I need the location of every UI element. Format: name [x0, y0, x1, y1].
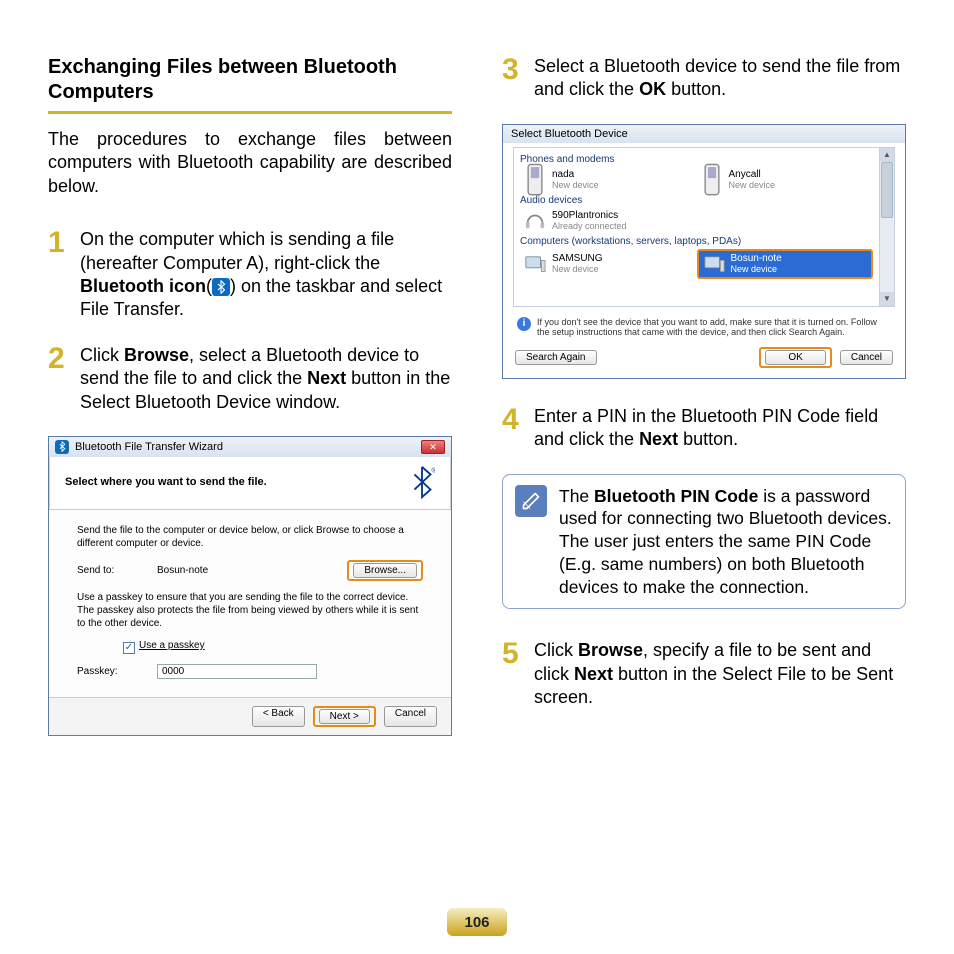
highlight-next: Next > — [313, 706, 376, 727]
note-icon — [515, 485, 547, 517]
next-button[interactable]: Next > — [319, 709, 370, 724]
step-2-body: Click Browse, select a Bluetooth device … — [80, 344, 452, 414]
category-phones: Phones and modems — [520, 154, 873, 165]
device-bosun-note[interactable]: Bosun-noteNew device — [699, 251, 872, 277]
highlight-browse: Browse... — [347, 560, 423, 581]
cancel-button[interactable]: Cancel — [384, 706, 437, 727]
sendto-value: Bosun-note — [157, 565, 327, 576]
device-samsung[interactable]: SAMSUNGNew device — [520, 249, 697, 279]
scroll-down-icon[interactable]: ▼ — [880, 292, 894, 306]
step-number-4: 4 — [502, 405, 524, 435]
device-nada[interactable]: nadaNew device — [520, 167, 697, 193]
step-3: 3 Select a Bluetooth device to send the … — [502, 55, 906, 102]
scrollbar[interactable]: ▲ ▼ — [879, 147, 895, 307]
step-2: 2 Click Browse, select a Bluetooth devic… — [48, 344, 452, 414]
page-number: 106 — [447, 908, 507, 936]
highlight-ok: OK — [759, 347, 831, 368]
title-divider — [48, 111, 452, 114]
wizard-titlebar: Bluetooth File Transfer Wizard ✕ — [49, 437, 451, 457]
bluetooth-logo: ® — [405, 465, 439, 499]
step-number-2: 2 — [48, 344, 70, 374]
use-passkey-label: Use a passkey — [139, 640, 205, 651]
step-number-1: 1 — [48, 228, 70, 258]
bluetooth-wizard-dialog: Bluetooth File Transfer Wizard ✕ Select … — [48, 436, 452, 736]
scroll-up-icon[interactable]: ▲ — [880, 148, 894, 162]
headset-icon — [524, 210, 546, 232]
device-anycall[interactable]: AnycallNew device — [697, 167, 874, 193]
phone-icon — [524, 169, 546, 191]
bluetooth-icon — [55, 440, 69, 454]
sendto-label: Send to: — [77, 565, 137, 576]
page-title: Exchanging Files between Bluetooth Compu… — [48, 55, 452, 105]
close-button[interactable]: ✕ — [421, 440, 445, 454]
passkey-input[interactable]: 0000 — [157, 664, 317, 679]
category-computers: Computers (workstations, servers, laptop… — [520, 236, 873, 247]
use-passkey-checkbox[interactable] — [123, 642, 135, 654]
ok-button[interactable]: OK — [765, 350, 825, 365]
page-number-badge: 106 — [447, 908, 507, 936]
highlight-selected-device: Bosun-noteNew device — [697, 249, 874, 279]
wizard-header: Select where you want to send the file. … — [49, 457, 451, 510]
step-3-body: Select a Bluetooth device to send the fi… — [534, 55, 906, 102]
note-text: The Bluetooth PIN Code is a password use… — [559, 485, 893, 599]
info-icon: i — [517, 317, 531, 331]
dialog2-info-text: If you don't see the device that you wan… — [537, 317, 891, 337]
bluetooth-icon — [212, 278, 230, 296]
device-590plantronics[interactable]: 590PlantronicsAlready connected — [520, 208, 697, 234]
passkey-label: Passkey: — [77, 666, 137, 677]
step-5-body: Click Browse, specify a file to be sent … — [534, 639, 906, 709]
scroll-thumb[interactable] — [881, 162, 893, 218]
select-bluetooth-device-dialog: Select Bluetooth Device Phones and modem… — [502, 124, 906, 379]
device-list: Phones and modems nadaNew device Anycall… — [513, 147, 879, 307]
note-box: The Bluetooth PIN Code is a password use… — [502, 474, 906, 610]
computer-icon — [703, 253, 725, 275]
step-1: 1 On the computer which is sending a fil… — [48, 228, 452, 322]
intro-text: The procedures to exchange files between… — [48, 128, 452, 198]
step-1-body: On the computer which is sending a file … — [80, 228, 452, 322]
browse-button[interactable]: Browse... — [353, 563, 417, 578]
cancel-button[interactable]: Cancel — [840, 350, 893, 365]
step-5: 5 Click Browse, specify a file to be sen… — [502, 639, 906, 709]
phone-icon — [701, 169, 723, 191]
step-number-3: 3 — [502, 55, 524, 85]
back-button[interactable]: < Back — [252, 706, 305, 727]
search-again-button[interactable]: Search Again — [515, 350, 597, 365]
wizard-instruction-2: Use a passkey to ensure that you are sen… — [77, 591, 423, 630]
step-number-5: 5 — [502, 639, 524, 669]
category-audio: Audio devices — [520, 195, 873, 206]
wizard-instruction-1: Send the file to the computer or device … — [77, 524, 423, 550]
computer-icon — [524, 253, 546, 275]
wizard-title: Bluetooth File Transfer Wizard — [75, 441, 223, 453]
dialog2-title: Select Bluetooth Device — [503, 125, 905, 143]
svg-text:®: ® — [431, 466, 435, 474]
step-4-body: Enter a PIN in the Bluetooth PIN Code fi… — [534, 405, 906, 452]
step-4: 4 Enter a PIN in the Bluetooth PIN Code … — [502, 405, 906, 452]
